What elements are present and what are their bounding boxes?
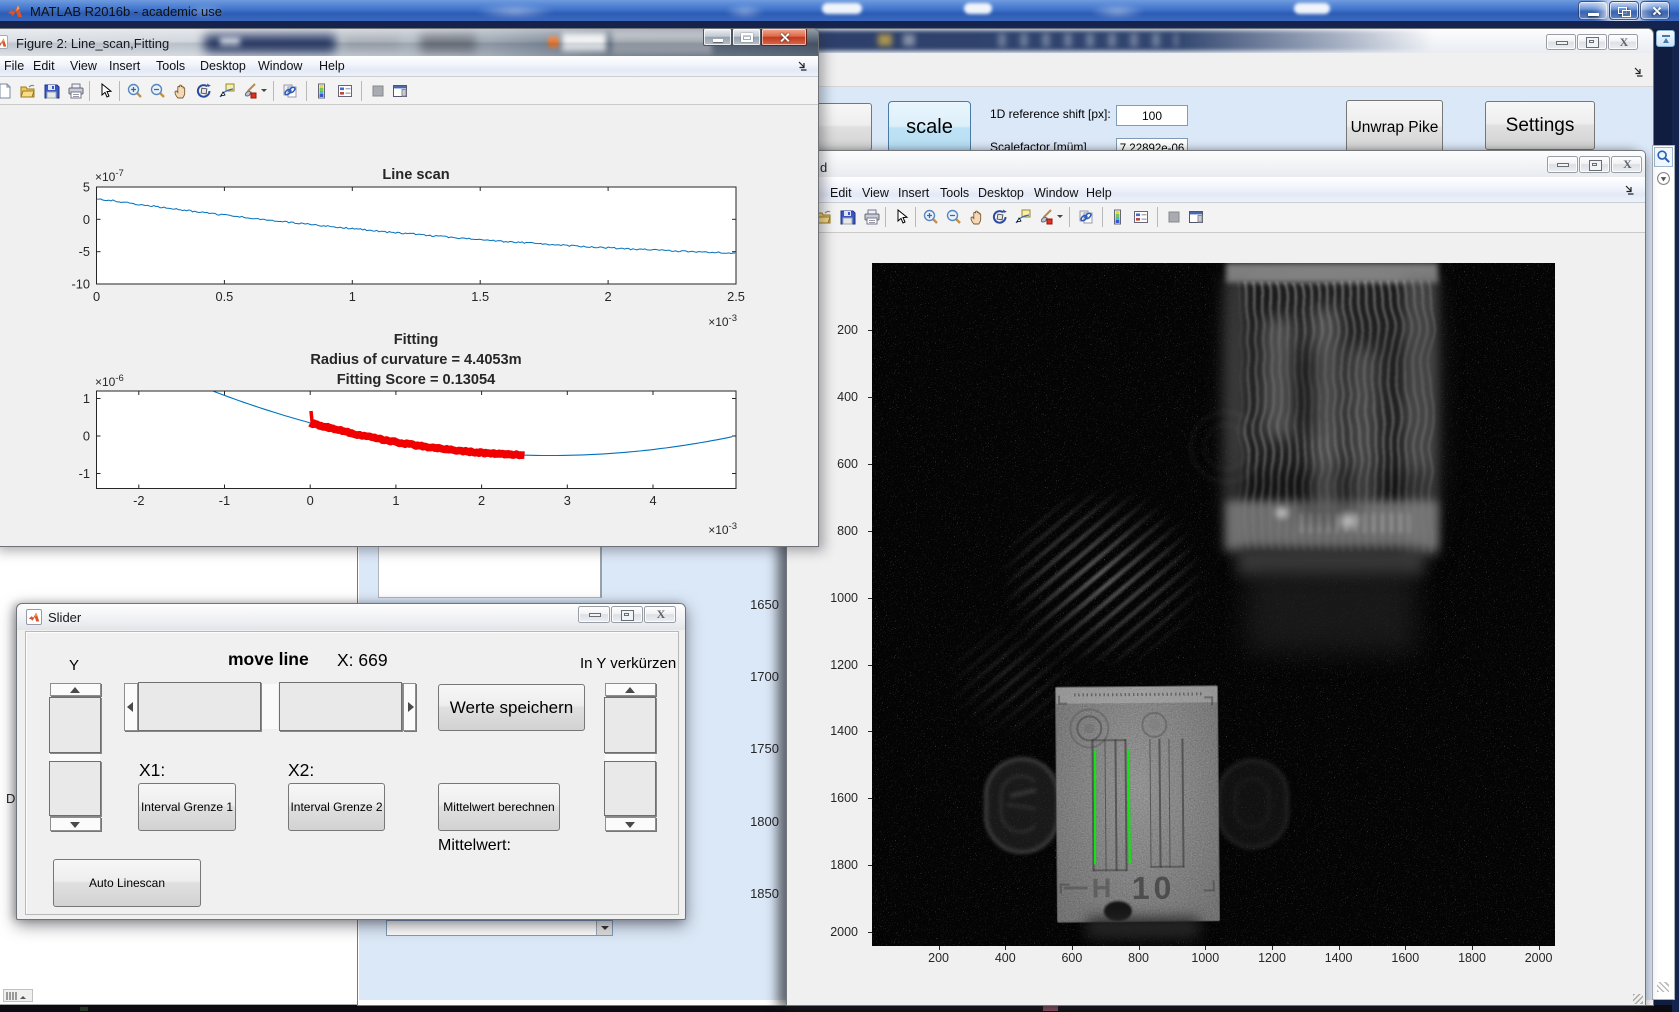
svg-text:1: 1: [83, 391, 90, 406]
svg-text:0.5: 0.5: [216, 289, 234, 304]
svg-text:0: 0: [83, 429, 90, 444]
svg-text:-1: -1: [79, 466, 90, 481]
svg-text:Radius of curvature = 4.4053m: Radius of curvature = 4.4053m: [310, 352, 521, 368]
svg-text:Fitting: Fitting: [394, 332, 439, 348]
svg-text:2.5: 2.5: [727, 289, 745, 304]
svg-text:-5: -5: [79, 244, 90, 259]
svg-text:Line scan: Line scan: [382, 167, 449, 183]
svg-text:4: 4: [649, 493, 656, 508]
svg-text:-10: -10: [72, 277, 91, 292]
svg-text:×10-3: ×10-3: [708, 521, 737, 537]
svg-text:×10-7: ×10-7: [95, 168, 124, 184]
svg-text:0: 0: [307, 493, 314, 508]
svg-text:2: 2: [478, 493, 485, 508]
svg-text:3: 3: [564, 493, 571, 508]
svg-text:0: 0: [93, 289, 100, 304]
svg-text:1.5: 1.5: [471, 289, 489, 304]
svg-text:5: 5: [83, 180, 90, 195]
svg-text:Fitting Score = 0.13054: Fitting Score = 0.13054: [337, 372, 496, 388]
svg-text:1: 1: [392, 493, 399, 508]
svg-text:1: 1: [349, 289, 356, 304]
svg-text:-2: -2: [133, 493, 144, 508]
svg-text:×10-6: ×10-6: [95, 373, 124, 389]
svg-text:-1: -1: [219, 493, 230, 508]
svg-text:0: 0: [83, 212, 90, 227]
svg-text:×10-3: ×10-3: [708, 313, 737, 329]
svg-text:2: 2: [605, 289, 612, 304]
